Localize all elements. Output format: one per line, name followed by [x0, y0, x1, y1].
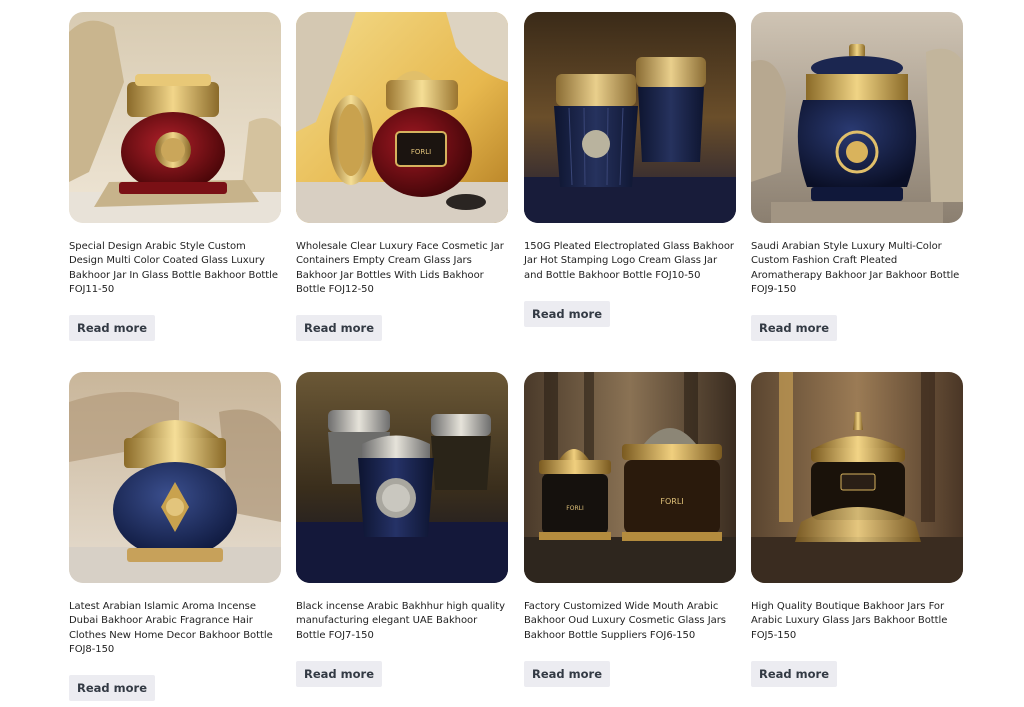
three-silver-jars-image[interactable]: [296, 372, 508, 583]
read-more-button[interactable]: Read more: [296, 315, 382, 341]
read-more-button[interactable]: Read more: [524, 661, 610, 687]
navy-pleated-jars-image[interactable]: [524, 12, 736, 223]
svg-text:FORLI: FORLI: [566, 505, 584, 512]
product-title[interactable]: Factory Customized Wide Mouth Arabic Bak…: [524, 600, 736, 643]
product-title[interactable]: High Quality Boutique Bakhoor Jars For A…: [751, 600, 963, 643]
product-title[interactable]: Wholesale Clear Luxury Face Cosmetic Jar…: [296, 240, 508, 297]
product-title[interactable]: Latest Arabian Islamic Aroma Incense Dub…: [69, 600, 281, 657]
svg-text:FORLI: FORLI: [660, 497, 683, 506]
read-more-button[interactable]: Read more: [751, 661, 837, 687]
product-grid: Special Design Arabic Style Custom Desig…: [0, 0, 1024, 707]
black-gold-jars-image[interactable]: FORLI FORLI: [524, 372, 736, 583]
read-more-button[interactable]: Read more: [69, 315, 155, 341]
navy-gold-urn-jar-image[interactable]: [751, 12, 963, 223]
read-more-button[interactable]: Read more: [751, 315, 837, 341]
read-more-button[interactable]: Read more: [69, 675, 155, 701]
red-gold-bakhoor-jar-image[interactable]: [69, 12, 281, 223]
product-title[interactable]: Black incense Arabic Bakhhur high qualit…: [296, 600, 508, 643]
ornate-gold-jar-image[interactable]: [751, 372, 963, 583]
blue-dome-jar-image[interactable]: [69, 372, 281, 583]
svg-text:FORLI: FORLI: [411, 148, 431, 156]
product-title[interactable]: Special Design Arabic Style Custom Desig…: [69, 240, 281, 297]
read-more-button[interactable]: Read more: [296, 661, 382, 687]
product-title[interactable]: Saudi Arabian Style Luxury Multi-Color C…: [751, 240, 963, 297]
product-title[interactable]: 150G Pleated Electroplated Glass Bakhoor…: [524, 240, 736, 283]
read-more-button[interactable]: Read more: [524, 301, 610, 327]
red-gold-cream-jar-image[interactable]: FORLI: [296, 12, 508, 223]
